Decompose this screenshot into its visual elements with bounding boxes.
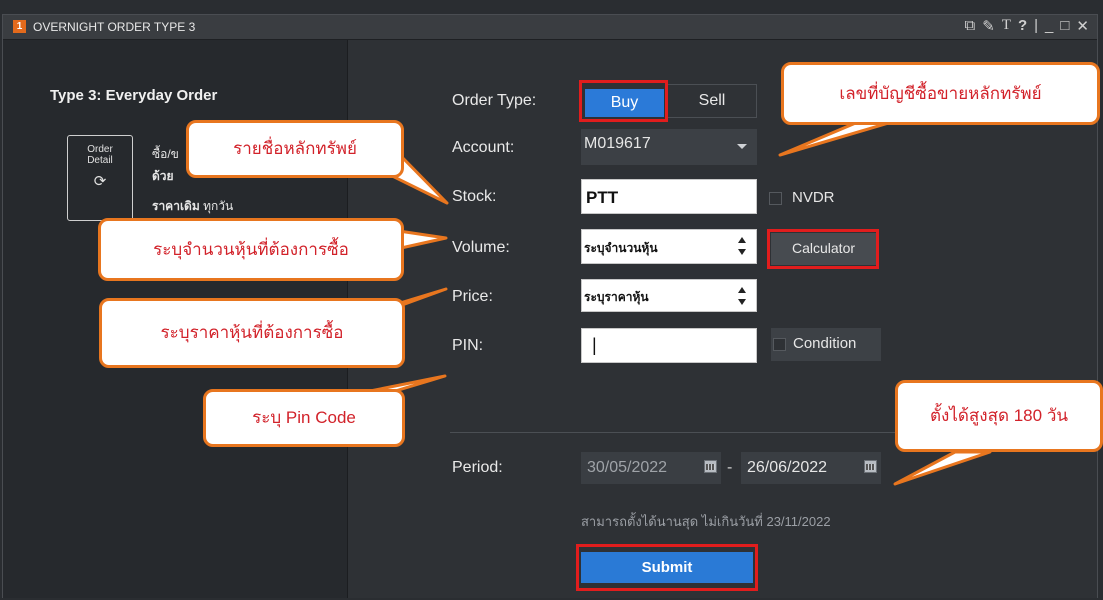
price-callout: ระบุราคาหุ้นที่ต้องการซื้อ [99,298,405,368]
period-callout: ตั้งได้สูงสุด 180 วัน [895,380,1103,452]
stock-callout: รายชื่อหลักทรัพย์ [186,120,404,178]
account-callout: เลขที่บัญชีซื้อขายหลักทรัพย์ [781,62,1100,125]
volume-callout: ระบุจำนวนหุ้นที่ต้องการซื้อ [98,218,404,281]
pin-callout: ระบุ Pin Code [203,389,405,447]
